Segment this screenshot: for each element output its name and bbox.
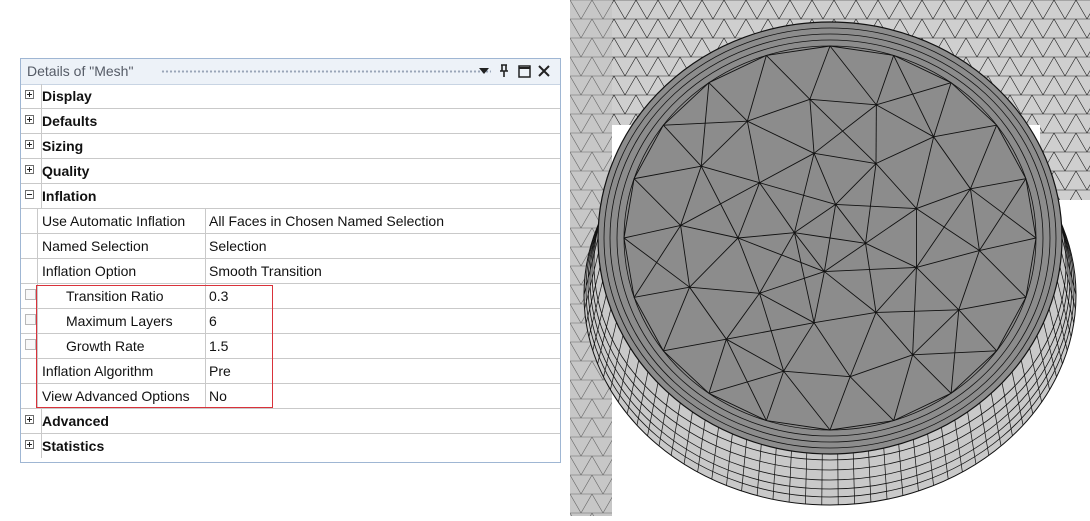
pin-icon[interactable] [496, 62, 512, 80]
property-value[interactable]: 6 [206, 309, 560, 333]
parameter-checkbox[interactable] [25, 339, 36, 350]
expand-plus-icon[interactable] [25, 165, 34, 174]
details-panel: Details of "Mesh" Display Defaults Sizin… [20, 58, 561, 463]
group-label: Defaults [42, 113, 97, 129]
panel-title: Details of "Mesh" [27, 63, 133, 79]
property-name: Maximum Layers [37, 309, 206, 333]
property-row-view-advanced-options[interactable]: View Advanced Options No [21, 384, 560, 409]
group-quality[interactable]: Quality [21, 159, 560, 184]
expand-plus-icon[interactable] [25, 415, 34, 424]
property-value[interactable]: Pre [206, 359, 560, 383]
property-row-inflation-option[interactable]: Inflation Option Smooth Transition [21, 259, 560, 284]
group-label: Quality [42, 163, 89, 179]
property-row-maximum-layers[interactable]: Maximum Layers 6 [21, 309, 560, 334]
property-name: Named Selection [37, 234, 206, 258]
property-name: View Advanced Options [37, 384, 206, 408]
group-label: Display [42, 88, 92, 104]
property-value[interactable]: 1.5 [206, 334, 560, 358]
property-value[interactable]: 0.3 [206, 284, 560, 308]
property-name: Growth Rate [37, 334, 206, 358]
expand-plus-icon[interactable] [25, 90, 34, 99]
collapse-minus-icon[interactable] [25, 190, 34, 199]
property-row-inflation-algorithm[interactable]: Inflation Algorithm Pre [21, 359, 560, 384]
property-name: Inflation Algorithm [37, 359, 206, 383]
parameter-checkbox[interactable] [25, 314, 36, 325]
group-display[interactable]: Display [21, 84, 560, 109]
maximize-icon[interactable] [516, 62, 532, 80]
group-label: Inflation [42, 188, 96, 204]
expand-plus-icon[interactable] [25, 440, 34, 449]
parameter-checkbox[interactable] [25, 289, 36, 300]
group-advanced[interactable]: Advanced [21, 409, 560, 434]
group-sizing[interactable]: Sizing [21, 134, 560, 159]
property-row-named-selection[interactable]: Named Selection Selection [21, 234, 560, 259]
group-label: Statistics [42, 438, 104, 454]
panel-drag-grip[interactable] [161, 70, 491, 73]
property-name: Use Automatic Inflation [37, 209, 206, 233]
property-name: Inflation Option [37, 259, 206, 283]
close-icon[interactable] [536, 62, 552, 80]
group-inflation[interactable]: Inflation [21, 184, 560, 209]
property-value[interactable]: Smooth Transition [206, 259, 560, 283]
property-value[interactable]: Selection [206, 234, 560, 258]
group-defaults[interactable]: Defaults [21, 109, 560, 134]
property-row-use-automatic-inflation[interactable]: Use Automatic Inflation All Faces in Cho… [21, 209, 560, 234]
expand-plus-icon[interactable] [25, 140, 34, 149]
property-grid: Display Defaults Sizing Quality Inflatio… [21, 84, 560, 459]
panel-header: Details of "Mesh" [21, 59, 560, 85]
group-label: Advanced [42, 413, 109, 429]
property-row-growth-rate[interactable]: Growth Rate 1.5 [21, 334, 560, 359]
group-statistics[interactable]: Statistics [21, 434, 560, 459]
mesh-preview [570, 0, 1090, 516]
expand-plus-icon[interactable] [25, 115, 34, 124]
mesh-viewport[interactable] [570, 0, 1090, 516]
property-value[interactable]: All Faces in Chosen Named Selection [206, 209, 560, 233]
property-name: Transition Ratio [37, 284, 206, 308]
group-label: Sizing [42, 138, 83, 154]
property-row-transition-ratio[interactable]: Transition Ratio 0.3 [21, 284, 560, 309]
property-value[interactable]: No [206, 384, 560, 408]
dropdown-arrow-icon[interactable] [476, 62, 492, 80]
